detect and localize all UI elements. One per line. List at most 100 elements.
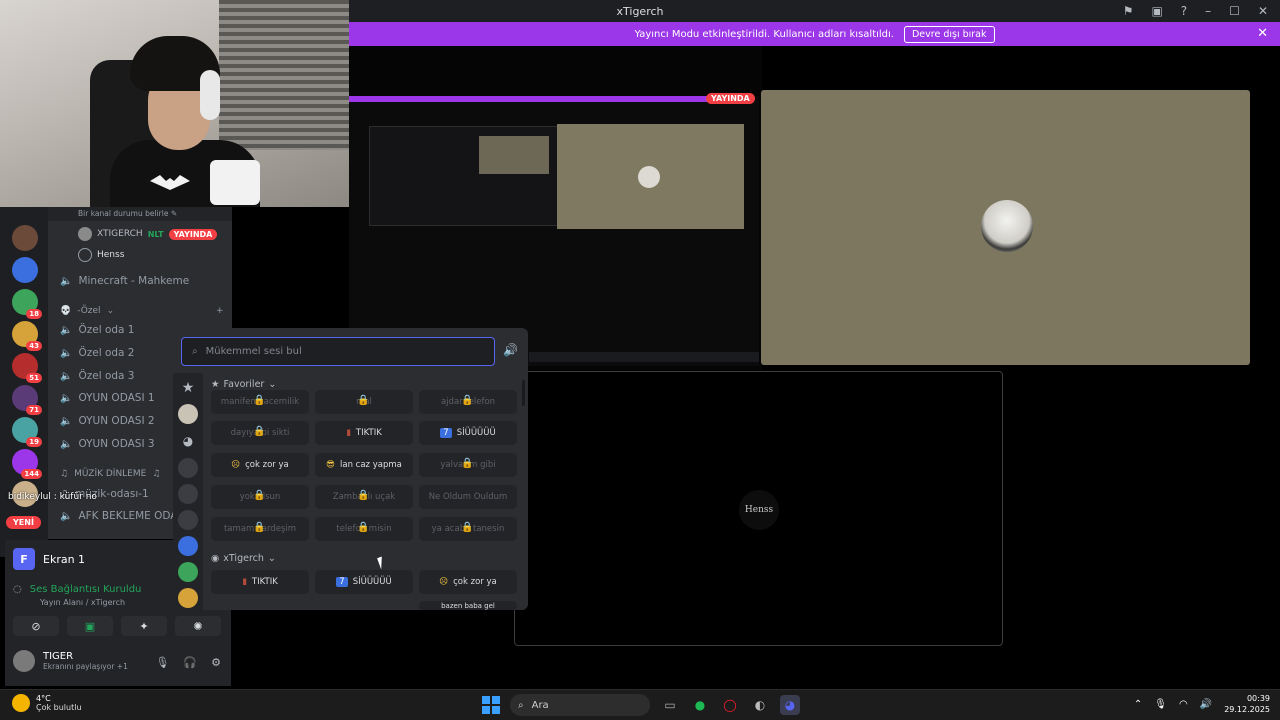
sound-tile[interactable]: Ne Oldum Ouldum	[419, 485, 517, 509]
stop-share-button[interactable]: ▣	[67, 616, 113, 636]
microphone-icon[interactable]: 🎙	[1154, 699, 1167, 710]
sound-tile[interactable]: ▮ TIKTIK	[211, 570, 309, 594]
favorites-star-icon[interactable]: ★	[178, 378, 198, 398]
volume-icon[interactable]: 🔊	[503, 343, 518, 357]
avatar	[78, 248, 92, 262]
maximize-icon[interactable]: ☐	[1229, 4, 1240, 18]
channel-name: Özel oda 1	[78, 324, 135, 336]
volume-icon[interactable]: 🔊	[1200, 699, 1212, 710]
sound-tile[interactable]: ya acaba tanesin 🔒	[419, 517, 517, 541]
headphones	[200, 70, 220, 120]
start-icon[interactable]	[482, 696, 500, 714]
voice-user-name[interactable]: Henss	[97, 250, 124, 260]
sound-tile[interactable]: mal 🔒	[315, 390, 413, 414]
server-icon[interactable]: 144	[12, 449, 42, 479]
stream-preview-main[interactable]: YAYINDA	[349, 46, 762, 370]
channel-status[interactable]: Bir kanal durumu belirle ✎	[48, 207, 232, 221]
voice-channel[interactable]: 🔈 AFK BEKLEME ODASI	[60, 510, 187, 522]
sound-tile[interactable]: dayıya bi sikti 🔒	[211, 421, 309, 445]
server-icon[interactable]: 51	[12, 353, 42, 383]
server-icon[interactable]: 43	[12, 321, 42, 351]
sound-tile[interactable]: 😎 lan caz yapma	[315, 453, 413, 477]
connection-status[interactable]: Ses Bağlantısı Kuruldu	[30, 584, 142, 595]
disable-streamer-mode-button[interactable]: Devre dışı bırak	[903, 25, 995, 43]
stream-tile-tiger[interactable]	[761, 90, 1250, 365]
server-icon[interactable]	[178, 510, 198, 530]
sound-tile[interactable]: 7 SİÜÜÜÜÜ	[419, 421, 517, 445]
server-icon[interactable]: 71	[12, 385, 42, 415]
sound-tile[interactable]: yok olsun 🔒	[211, 485, 309, 509]
category-favorites[interactable]: ★ Favoriler ⌄	[211, 379, 276, 390]
server-icon[interactable]	[178, 484, 198, 504]
weather-widget[interactable]: 4°C Çok bulutlu	[12, 694, 82, 712]
category-ozel[interactable]: 💀 -Özel ⌄ +	[60, 306, 224, 316]
camera-off-button[interactable]: ⊘	[13, 616, 59, 636]
server-icon[interactable]	[12, 257, 38, 283]
streamer-mode-banner: Yayıncı Modu etkinleştirildi. Kullanıcı …	[349, 22, 1280, 46]
lock-icon: 🔒	[461, 395, 474, 406]
activities-button[interactable]: ✦	[121, 616, 167, 636]
help-icon[interactable]: ?	[1181, 4, 1187, 18]
sound-tile[interactable]: 7 SİÜÜÜÜÜ	[315, 570, 413, 594]
task-view-icon[interactable]: ▭	[660, 695, 680, 715]
voice-channel[interactable]: 🔈 Özel oda 1	[60, 324, 135, 336]
server-icon[interactable]	[178, 536, 198, 556]
voice-user-name[interactable]: XTIGERCH	[97, 229, 143, 239]
steam-icon[interactable]: ◐	[750, 695, 770, 715]
server-tiger-icon[interactable]	[178, 404, 198, 424]
sound-tile[interactable]: manifeno acemilik 🔒	[211, 390, 309, 414]
server-icon[interactable]	[178, 562, 198, 582]
server-icon[interactable]	[178, 588, 198, 608]
voice-channel[interactable]: 🔈 Özel oda 3	[60, 370, 135, 382]
user-avatar[interactable]	[13, 650, 35, 672]
server-icon[interactable]	[178, 458, 198, 478]
sound-search-input[interactable]: ⌕ Mükemmel sesi bul	[181, 337, 495, 366]
sound-tile[interactable]: yalvarım gibi 🔒	[419, 453, 517, 477]
server-icon[interactable]: 18	[12, 289, 42, 319]
server-icon[interactable]: 19	[12, 417, 42, 447]
sound-tile[interactable]: bazen baba gel	[419, 601, 517, 610]
taskbar-search[interactable]: ⌕ Ara	[510, 694, 650, 716]
voice-channel[interactable]: 🔈 OYUN ODASI 3	[60, 438, 155, 450]
sound-label: TIKTIK	[355, 428, 382, 438]
settings-gear-icon[interactable]: ⚙	[211, 656, 221, 669]
minimize-icon[interactable]: –	[1205, 4, 1211, 18]
microphone-icon[interactable]: 🎙	[155, 656, 169, 669]
lock-icon: 🔒	[357, 522, 370, 533]
signal-icon: ◌	[13, 584, 22, 595]
server-icon[interactable]	[12, 225, 38, 251]
discord-icon[interactable]: ◕	[780, 695, 800, 715]
voice-channel[interactable]: 🔈 Minecraft - Mahkeme	[60, 275, 189, 287]
spotify-icon[interactable]: ●	[690, 695, 710, 715]
soundboard-button[interactable]: ✺	[175, 616, 221, 636]
sound-tile[interactable]: ☹ çok zor ya	[419, 570, 517, 594]
connection-channel[interactable]: Yayın Alanı / xTigerch	[40, 598, 125, 607]
voice-channel[interactable]: 🔈 OYUN ODASI 1	[60, 392, 155, 404]
sound-tile[interactable]: ▮ TIKTIK	[315, 421, 413, 445]
sound-tile[interactable]: ☹ çok zor ya	[211, 453, 309, 477]
sound-tile[interactable]: tamam kardeşim 🔒	[211, 517, 309, 541]
soundboard-scrollbar[interactable]	[522, 380, 525, 406]
stream-tile-henss[interactable]: Henss	[514, 371, 1003, 646]
sound-tile[interactable]: Zambaklı uçak 🔒	[315, 485, 413, 509]
flag-icon[interactable]: ⚑	[1123, 4, 1134, 18]
sound-tile[interactable]: telefon misin 🔒	[315, 517, 413, 541]
headphones-icon[interactable]: 🎧	[183, 656, 197, 669]
voice-channel[interactable]: 🔈 Özel oda 2	[60, 347, 135, 359]
wifi-icon[interactable]: ◠	[1179, 699, 1188, 710]
new-badge[interactable]: YENİ	[6, 516, 41, 529]
discord-icon[interactable]: ◕	[178, 431, 198, 451]
sound-tile[interactable]: ajdar telefon 🔒	[419, 390, 517, 414]
close-icon[interactable]: ✕	[1258, 4, 1268, 18]
banner-close-icon[interactable]: ✕	[1257, 26, 1268, 41]
clock[interactable]: 00:39 29.12.2025	[1224, 693, 1270, 715]
server-badge: 19	[26, 437, 42, 447]
chevron-up-icon[interactable]: ⌃	[1134, 699, 1142, 710]
clock-date: 29.12.2025	[1224, 705, 1270, 714]
add-channel-icon[interactable]: +	[216, 306, 224, 316]
category-server[interactable]: ◉ xTigerch ⌄	[211, 553, 276, 564]
opera-gx-icon[interactable]: ◯	[720, 695, 740, 715]
category-music[interactable]: ♫ MÜZİK DİNLEME ♫	[60, 469, 160, 479]
inbox-icon[interactable]: ▣	[1151, 4, 1162, 18]
voice-channel[interactable]: 🔈 OYUN ODASI 2	[60, 415, 155, 427]
